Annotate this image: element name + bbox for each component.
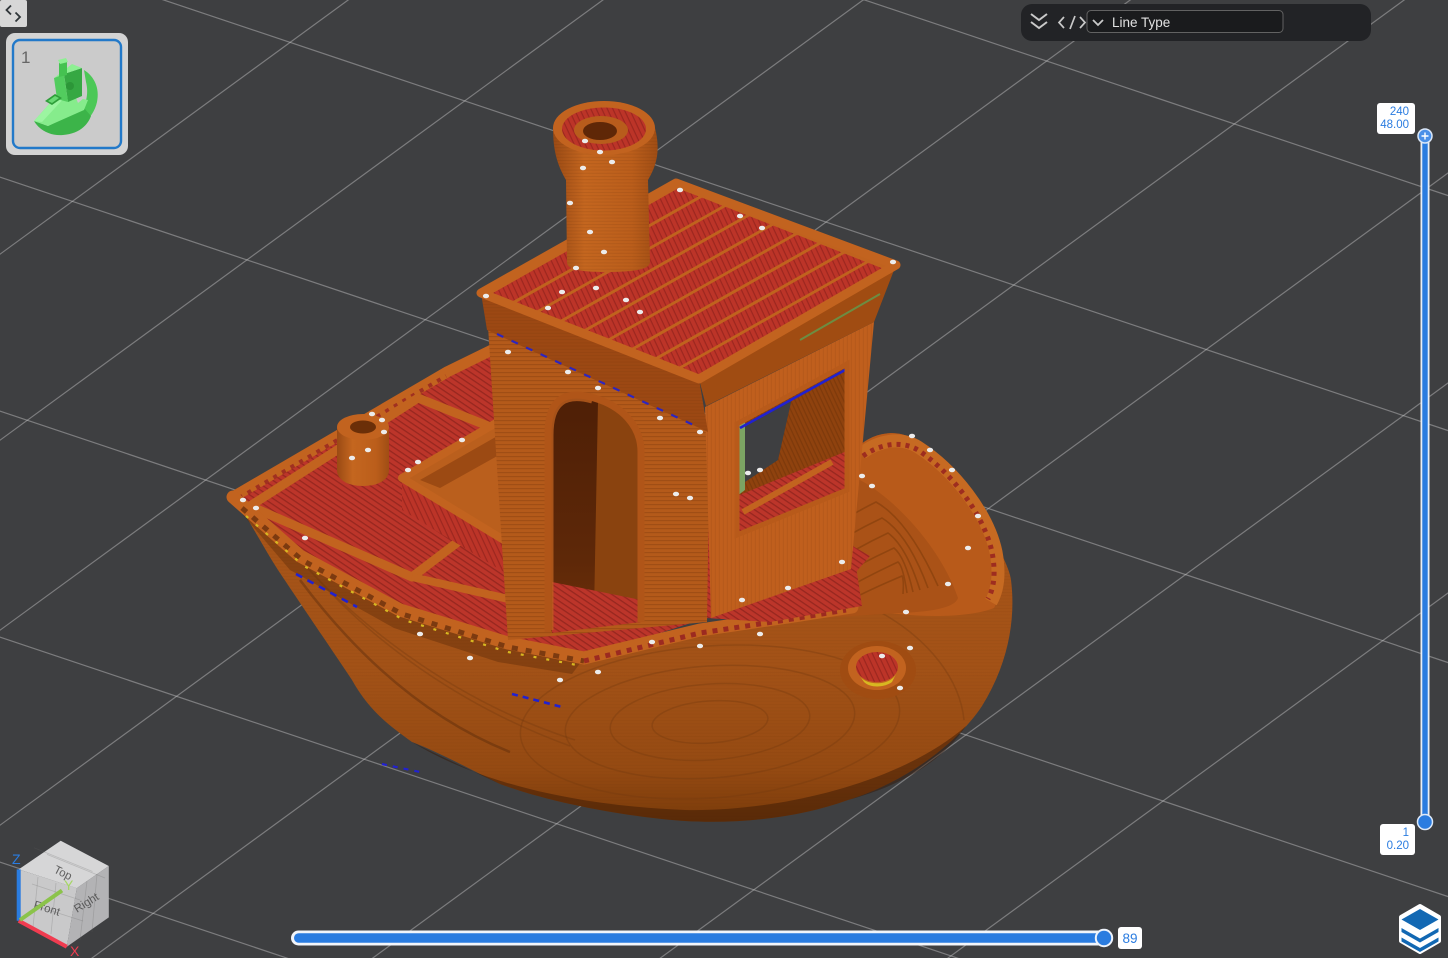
svg-text:X: X: [70, 943, 80, 958]
svg-text:240: 240: [1390, 106, 1409, 118]
svg-text:48.00: 48.00: [1380, 119, 1409, 131]
svg-text:Z: Z: [12, 851, 21, 867]
svg-text:89: 89: [1122, 931, 1137, 946]
svg-text:1: 1: [21, 48, 30, 67]
svg-text:Line Type: Line Type: [1112, 15, 1170, 30]
svg-text:0.20: 0.20: [1387, 840, 1409, 852]
svg-text:Y: Y: [64, 877, 74, 893]
svg-text:1: 1: [1403, 827, 1409, 839]
